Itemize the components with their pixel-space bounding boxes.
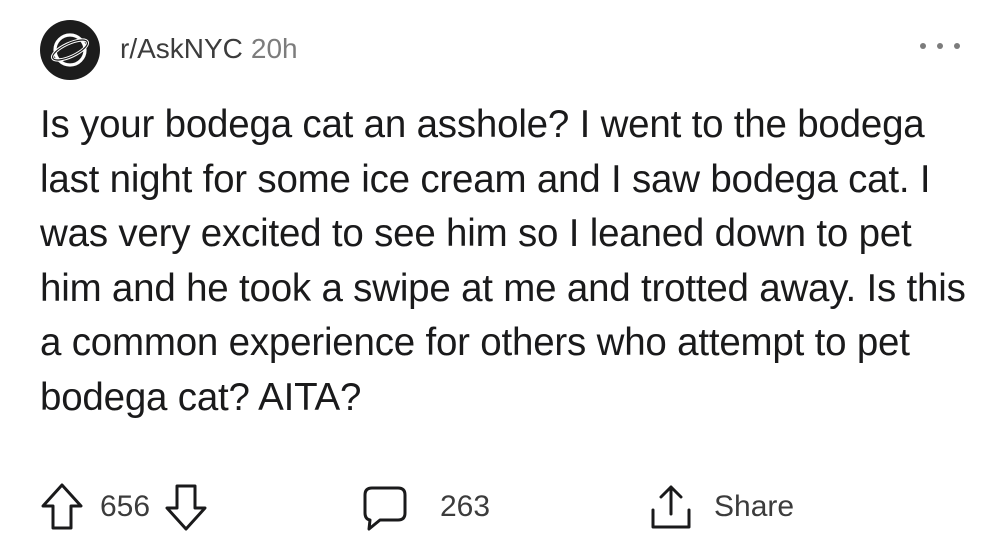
post-time: 20h	[250, 33, 298, 64]
more-options-icon	[937, 43, 943, 49]
downvote-arrow-icon[interactable]	[164, 482, 208, 532]
post-meta: r/AskNYC 20h	[120, 33, 298, 65]
more-options-icon	[954, 43, 960, 49]
subreddit-name[interactable]: r/AskNYC	[120, 33, 243, 65]
post-header: r/AskNYC 20h	[40, 20, 960, 80]
subreddit-avatar[interactable]	[40, 20, 100, 80]
share-icon	[651, 485, 691, 529]
vote-count: 656	[100, 490, 151, 523]
upvote-arrow-icon[interactable]	[40, 482, 84, 532]
comment-bubble-icon	[363, 486, 407, 531]
share-label: Share	[714, 490, 795, 523]
more-options-button[interactable]	[920, 36, 960, 56]
post-actions: 656 263 Share	[40, 478, 960, 536]
more-options-icon	[920, 43, 926, 49]
post-title[interactable]: Is your bodega cat an asshole? I went to…	[40, 98, 970, 425]
comments-button[interactable]: 263	[360, 478, 490, 536]
comment-count: 263	[440, 490, 491, 523]
planet-icon	[50, 33, 90, 67]
vote-group: 656	[40, 478, 208, 536]
share-button[interactable]: Share	[648, 478, 794, 536]
